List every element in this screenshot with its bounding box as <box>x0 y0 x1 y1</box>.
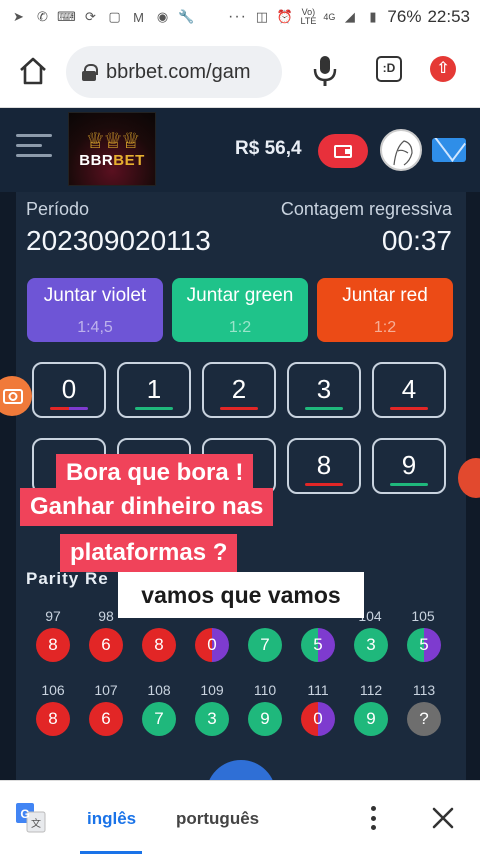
history-ball: 5 <box>301 628 335 662</box>
history-issue: 105 <box>411 608 435 624</box>
number-button-4[interactable]: 4 <box>372 362 446 418</box>
caption-line-1: Bora que bora ! <box>56 454 254 492</box>
join-green-button[interactable]: Juntar green 1:2 <box>172 278 308 342</box>
countdown-value: 00:37 <box>381 225 452 256</box>
whatsapp-icon: ✆ <box>37 9 48 24</box>
more-options-icon[interactable] <box>366 803 380 833</box>
tab-switcher-button[interactable]: :D <box>376 56 402 82</box>
sync-icon: ⟳ <box>85 9 96 24</box>
gmail-icon: M <box>133 9 144 25</box>
history-issue: 112 <box>359 682 383 698</box>
wallet-icon <box>334 144 352 158</box>
location-icon: ◉ <box>156 9 169 24</box>
history-ball: 3 <box>195 702 229 736</box>
history-issue: 110 <box>253 682 277 698</box>
avatar[interactable] <box>380 129 422 171</box>
microphone-icon[interactable] <box>310 54 340 88</box>
clock: 22:53 <box>427 7 470 26</box>
bbrbet-logo[interactable]: ♕♕♕ BBRBET <box>68 112 156 186</box>
google-translate-icon: G 文 <box>16 803 46 833</box>
history-ball: 8 <box>36 702 70 736</box>
browser-toolbar: bbrbet.com/gam :D ⇧ <box>0 34 480 108</box>
translate-bar: G 文 inglês português <box>0 780 480 854</box>
number-button-1[interactable]: 1 <box>117 362 191 418</box>
history-ball: 6 <box>89 628 123 662</box>
history-issue: 106 <box>41 682 65 698</box>
url-text: bbrbet.com/gam <box>106 60 251 83</box>
notification-icons: ➤ ✆ ⌨ ⟳ ▢ M ◉ 🔧 ··· <box>10 8 247 26</box>
camera-icon <box>3 389 23 404</box>
mail-icon[interactable] <box>432 138 466 162</box>
countdown-label: Contagem regressiva <box>280 199 452 219</box>
period-label: Período <box>26 199 90 219</box>
history-ball: 6 <box>89 702 123 736</box>
network-4g-indicator: 4G <box>323 11 336 22</box>
volte-indicator: Vo) LTE <box>300 7 317 26</box>
update-icon[interactable]: ⇧ <box>430 56 456 82</box>
history-ball: 0 <box>301 702 335 736</box>
history-issue: 109 <box>200 682 224 698</box>
number-button-3[interactable]: 3 <box>287 362 361 418</box>
parity-record-title: Parity Re <box>26 569 109 588</box>
history-issue: 113 <box>412 682 436 698</box>
history-issue: 111 <box>307 682 329 698</box>
svg-text:文: 文 <box>31 817 41 830</box>
lang-tab-english[interactable]: inglês <box>87 809 136 829</box>
battery-percent: 76% <box>387 7 422 26</box>
alarm-icon: ⏰ <box>276 9 293 24</box>
join-red-button[interactable]: Juntar red 1:2 <box>317 278 453 342</box>
cast-icon: ◫ <box>255 9 269 24</box>
keyboard-icon: ⌨ <box>57 9 76 24</box>
history-ball-pending: ? <box>407 702 441 736</box>
caption-line-2: Ganhar dinheiro nas <box>20 488 274 526</box>
status-bar: ➤ ✆ ⌨ ⟳ ▢ M ◉ 🔧 ··· ◫ ⏰ Vo) LTE 4G ◢ ▮ 7… <box>0 0 480 34</box>
battery-icon: ▮ <box>369 9 377 24</box>
url-bar[interactable]: bbrbet.com/gam <box>66 46 282 98</box>
history-issue: 108 <box>147 682 171 698</box>
history-issue: 97 <box>45 608 61 624</box>
more-notifications-icon: ··· <box>228 8 247 25</box>
wallet-button[interactable] <box>318 134 368 168</box>
lang-tab-portuguese[interactable]: português <box>176 809 259 829</box>
number-button-2[interactable]: 2 <box>202 362 276 418</box>
history-ball: 7 <box>142 702 176 736</box>
logo-text: BBRBET <box>79 151 145 169</box>
history-ball: 5 <box>407 628 441 662</box>
camera-fab[interactable] <box>0 376 32 416</box>
menu-icon[interactable] <box>16 134 54 164</box>
number-button-8[interactable]: 8 <box>287 438 361 494</box>
period-value: 202309020113 <box>26 225 211 256</box>
number-button-9[interactable]: 9 <box>372 438 446 494</box>
history-ball: 8 <box>36 628 70 662</box>
lock-icon <box>82 64 98 81</box>
history-ball: 0 <box>195 628 229 662</box>
balance: R$ 56,4 <box>235 138 302 159</box>
wrench-icon: 🔧 <box>178 9 195 24</box>
number-button-0[interactable]: 0 <box>32 362 106 418</box>
join-violet-button[interactable]: Juntar violet 1:4,5 <box>27 278 163 342</box>
telegram-icon: ➤ <box>13 9 24 24</box>
image-icon: ▢ <box>108 9 121 24</box>
signal-icon: ◢ <box>344 9 355 24</box>
history-ball: 7 <box>248 628 282 662</box>
caption-line-3: plataformas ? <box>60 534 238 572</box>
home-icon[interactable] <box>16 54 50 88</box>
history-ball: 9 <box>248 702 282 736</box>
history-ball: 8 <box>142 628 176 662</box>
svg-text:G: G <box>20 807 29 821</box>
close-icon[interactable] <box>430 805 456 831</box>
history-issue: 107 <box>94 682 118 698</box>
history-ball: 9 <box>354 702 388 736</box>
crown-icon: ♕♕♕ <box>85 127 140 153</box>
history-ball: 3 <box>354 628 388 662</box>
caption-white: vamos que vamos <box>118 572 364 618</box>
